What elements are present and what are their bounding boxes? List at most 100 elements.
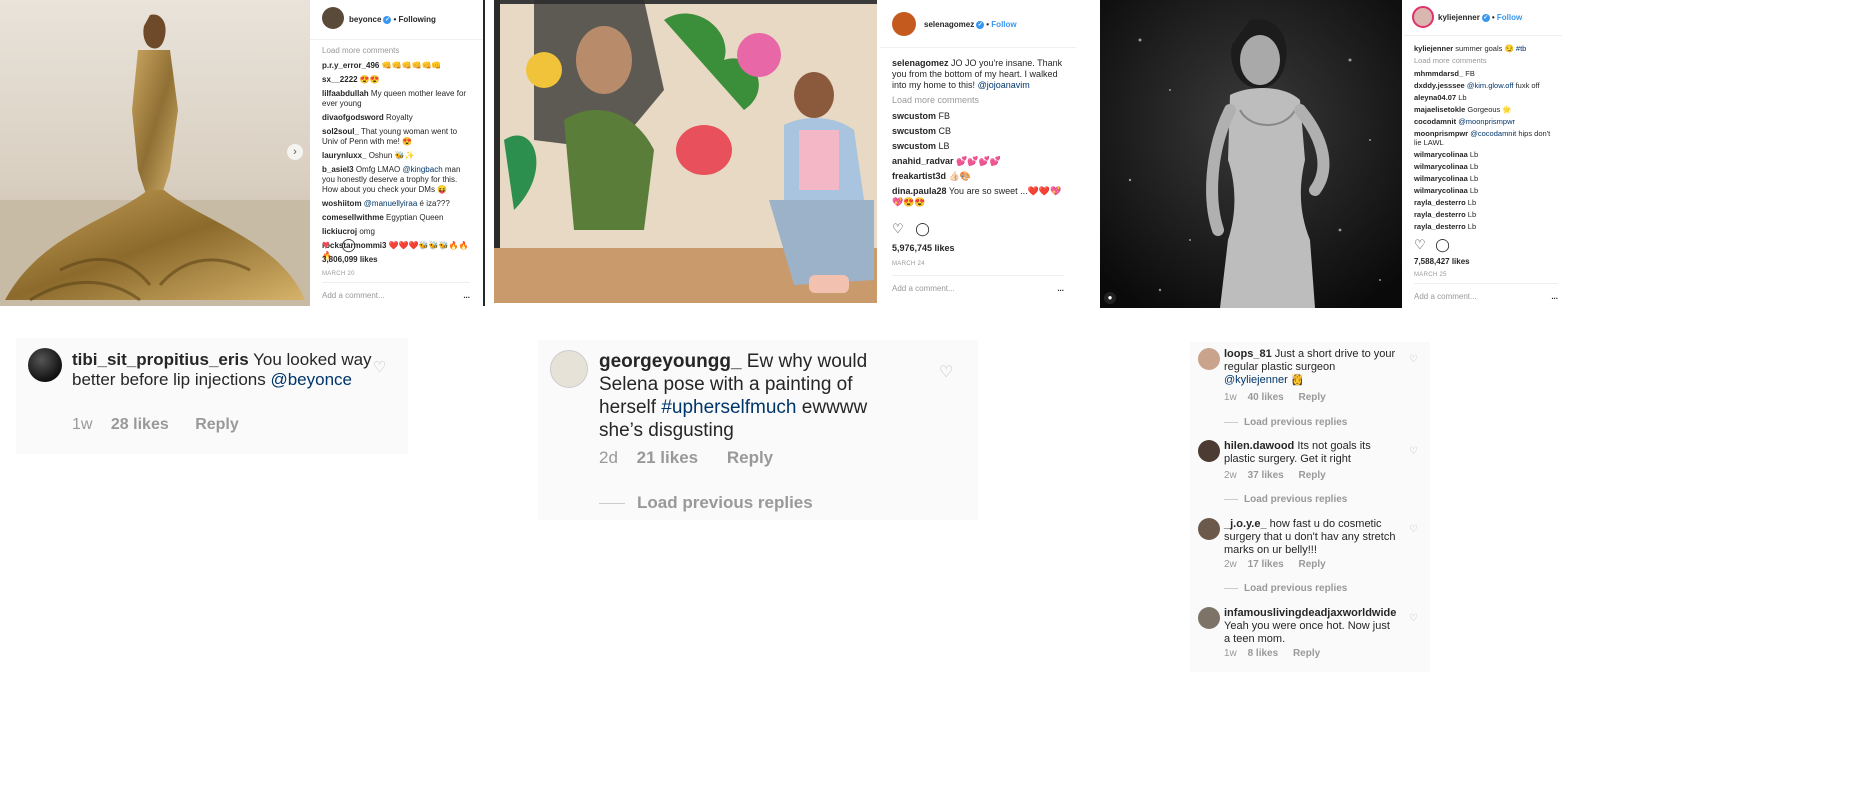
comment-time: 2w [1224,559,1237,570]
add-comment-input[interactable]: Add a comment... ... [322,282,470,301]
comment-username[interactable]: georgeyoungg_ [599,351,742,372]
post-header: beyonce ✓ • Following [310,0,482,40]
avatar[interactable] [322,7,344,29]
post-actions: ♡ ◯ [1414,238,1450,252]
post-actions: ♡ ◯ [892,222,930,236]
comment: swcustom LB [892,141,950,151]
comment-likes[interactable]: 28 likes [111,416,169,433]
comment-likes[interactable]: 8 likes [1248,648,1279,659]
hashtag-link[interactable]: #upherselfmuch [661,397,796,418]
comment-likes[interactable]: 21 likes [637,448,698,467]
comment-icon[interactable]: ◯ [915,221,930,236]
likes-count[interactable]: 5,976,745 likes [892,243,955,253]
comment-username[interactable]: _j.o.y.e_ [1224,518,1267,530]
comment-username[interactable]: loops_81 [1224,348,1272,360]
comments-list: Load more comments p.r.y_error_496 👊👊👊👊👊… [322,46,472,265]
avatar[interactable] [1198,348,1220,370]
comment-time: 1w [72,416,93,433]
following-button[interactable]: Following [399,15,436,24]
comment: lilfaabdullah My queen mother leave for … [322,89,467,108]
reply-button[interactable]: Reply [1293,648,1320,659]
heart-icon[interactable]: ♡ [1409,446,1418,457]
verified-icon: ✓ [383,15,392,24]
load-previous-replies[interactable]: Load previous replies [1224,417,1347,428]
comment-likes[interactable]: 17 likes [1248,559,1284,570]
load-previous-replies[interactable]: Load previous replies [1224,494,1347,505]
comment-time: 1w [1224,648,1237,659]
post-header: selenagomez ✓ • Follow [880,0,1076,48]
reply-button[interactable]: Reply [1299,559,1326,570]
reply-button[interactable]: Reply [727,448,773,467]
more-options-button[interactable]: ... [463,291,470,301]
heart-icon[interactable]: ♡ [939,362,953,382]
comment: swcustom CB [892,126,952,136]
heart-icon[interactable]: ♡ [1414,237,1426,252]
comment: dina.paula28 You are so sweet ...❤️❤️💖💖😍… [892,186,1062,207]
username[interactable]: beyonce [349,15,381,24]
more-options-button[interactable]: ... [1057,284,1064,294]
avatar[interactable] [550,350,588,388]
comment: mhmmdarsd_ FB [1414,69,1475,78]
comment: p.r.y_error_496 👊👊👊👊👊👊 [322,61,442,70]
load-previous-replies[interactable]: Load previous replies [1224,583,1347,594]
heart-icon[interactable]: ♡ [1409,613,1418,624]
heart-icon[interactable]: ♥ [322,237,330,252]
follow-button[interactable]: Follow [991,20,1016,29]
avatar[interactable] [1198,607,1220,629]
avatar[interactable] [28,348,62,382]
mention-link[interactable]: @beyonce [270,370,352,389]
load-more-comments[interactable]: Load more comments [1414,56,1558,65]
add-comment-input[interactable]: Add a comment... ... [892,275,1064,294]
post-header: kyliejenner ✓ • Follow [1404,0,1562,36]
mention-link[interactable]: @kyliejenner [1224,374,1288,386]
add-comment-input[interactable]: Add a comment... ... [1414,283,1558,302]
comments-list: selenagomez JO JO you're insane. Thank y… [892,58,1066,212]
comment: anahid_radvar 💕💕💕💕 [892,156,1001,166]
load-previous-replies[interactable]: Load previous replies [599,493,813,513]
beyonce-post-image: › [0,0,310,306]
selena-comment-panel: selenagomez ✓ • Follow selenagomez JO JO y… [880,0,1076,303]
verified-icon: ✓ [1481,13,1490,22]
comment: woshiitom @manuellyiraa é iza??? [322,199,450,208]
avatar[interactable] [1412,6,1434,28]
divider [599,503,625,505]
username[interactable]: kyliejenner [1438,13,1480,22]
chevron-right-icon[interactable]: › [287,144,303,160]
username[interactable]: selenagomez [924,20,974,29]
kylie-comment-panel: kyliejenner ✓ • Follow kyliejenner summer … [1404,0,1562,308]
avatar[interactable] [1198,518,1220,540]
avatar[interactable] [1198,440,1220,462]
selena-post-image [494,0,877,303]
beyonce-comment-panel: beyonce ✓ • Following Load more comments p… [310,0,482,306]
comment: laurynluxx_ Oshun 🐝✨ [322,151,415,160]
comment-username[interactable]: tibi_sit_propitius_eris [72,350,249,369]
likes-count[interactable]: 3,806,099 likes [322,255,378,265]
likes-count[interactable]: 7,588,427 likes [1414,257,1470,267]
avatar[interactable] [892,12,916,36]
heart-icon[interactable]: ♡ [373,358,386,376]
reply-button[interactable]: Reply [1299,470,1326,481]
heart-icon[interactable]: ♡ [1409,354,1418,365]
heart-icon[interactable]: ♡ [1409,524,1418,535]
load-more-comments[interactable]: Load more comments [322,46,472,56]
divider [1224,498,1238,500]
comment: divaofgodsword Royalty [322,113,413,122]
reply-button[interactable]: Reply [195,416,239,433]
comment-username[interactable]: hilen.dawood [1224,440,1294,452]
heart-icon[interactable]: ♡ [892,221,904,236]
reply-button[interactable]: Reply [1299,392,1326,403]
comment-icon[interactable]: ◯ [341,237,356,252]
load-more-comments[interactable]: Load more comments [892,95,1066,106]
post-actions: ♥ ◯ [322,238,356,252]
comment: sol2soul_ That young woman went to Univ … [322,127,458,146]
comment: sx__2222 😍😍 [322,75,380,84]
divider [483,0,485,306]
comment-username[interactable]: infamouslivingdeadjaxworldwide [1224,607,1396,619]
more-options-button[interactable]: ... [1551,292,1558,302]
user-tag-icon[interactable]: ● [1104,292,1116,304]
comment-icon[interactable]: ◯ [1435,237,1450,252]
follow-button[interactable]: Follow [1497,13,1522,22]
comment-likes[interactable]: 40 likes [1248,392,1284,403]
comment-likes[interactable]: 37 likes [1248,470,1284,481]
comments-list: kyliejenner summer goals 😏 #tb Load more… [1414,44,1558,233]
